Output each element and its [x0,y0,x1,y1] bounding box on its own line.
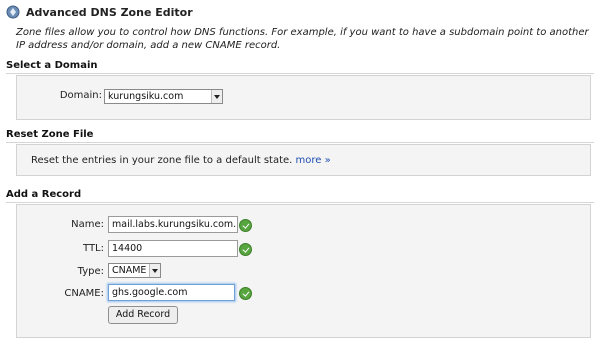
cname-input[interactable]: ghs.google.com [108,284,235,301]
select-domain-panel: Domain: kurungsiku.com [16,75,591,120]
dns-editor-icon [6,5,20,19]
intro-text: Zone files allow you to control how DNS … [16,27,589,51]
page-title: Advanced DNS Zone Editor [26,5,193,19]
select-domain-heading: Select a Domain [6,60,98,71]
chevron-down-icon [211,90,222,103]
divider [6,142,594,143]
ttl-input[interactable]: 14400 [108,240,238,257]
type-label: Type: [77,266,104,277]
valid-check-icon [239,219,252,232]
reset-zone-heading: Reset Zone File [6,129,94,140]
name-label: Name: [71,219,104,230]
chevron-down-icon [149,264,160,277]
page-header: Advanced DNS Zone Editor [6,4,193,20]
reset-zone-description: Reset the entries in your zone file to a… [31,155,331,166]
ttl-label: TTL: [83,243,104,254]
cname-label: CNAME: [64,288,104,299]
valid-check-icon [239,243,252,256]
divider [6,202,594,203]
more-link[interactable]: more » [296,155,331,166]
domain-select[interactable]: kurungsiku.com [104,89,223,104]
domain-select-value: kurungsiku.com [108,91,184,102]
add-record-heading: Add a Record [6,189,82,200]
domain-label: Domain: [59,90,102,101]
name-input[interactable]: mail.labs.kurungsiku.com. [108,216,238,233]
add-record-button[interactable]: Add Record [108,306,178,324]
valid-check-icon [239,287,252,300]
type-select[interactable]: CNAME [108,263,161,278]
type-select-value: CNAME [112,265,147,276]
divider [6,73,594,74]
reset-zone-text: Reset the entries in your zone file to a… [31,155,293,166]
